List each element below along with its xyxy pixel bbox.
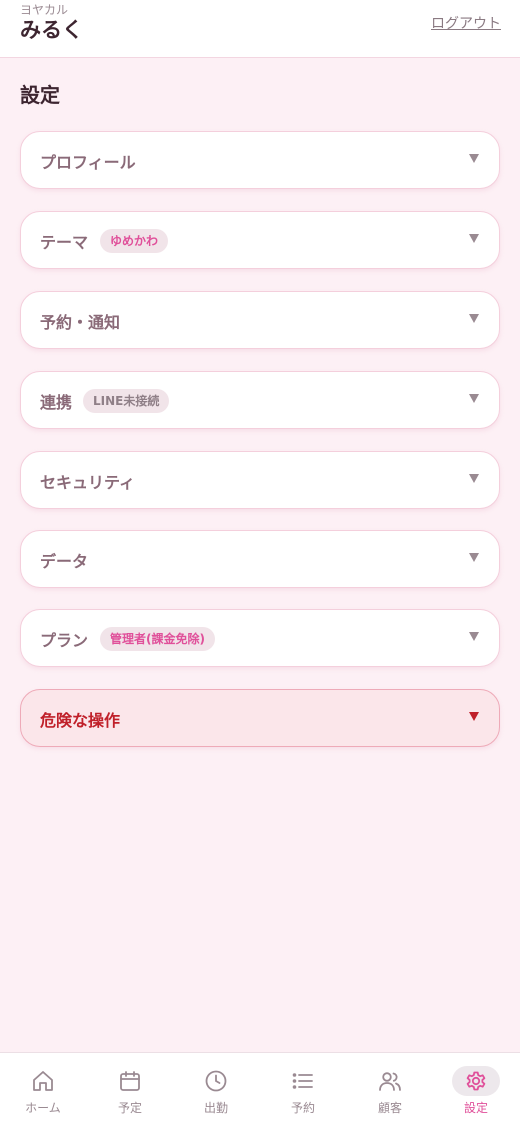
nav-attendance[interactable]: 出勤 <box>173 1053 259 1127</box>
page-title: 設定 <box>20 83 60 107</box>
chevron-down-icon <box>469 394 479 403</box>
theme-badge: ゆめかわ <box>100 229 169 253</box>
section-label: テーマ <box>40 233 89 252</box>
section-danger-zone[interactable]: 危険な操作 <box>20 689 500 747</box>
calendar-icon <box>106 1066 154 1096</box>
chevron-down-icon <box>469 712 479 721</box>
section-label: プロフィール <box>40 153 136 172</box>
section-label: 予約・通知 <box>40 313 121 332</box>
section-theme[interactable]: テーマ ゆめかわ <box>20 211 500 269</box>
section-reservation-notification[interactable]: 予約・通知 <box>20 291 500 349</box>
nav-label: 予約 <box>290 1101 315 1115</box>
chevron-down-icon <box>469 474 479 483</box>
line-status-badge: LINE未接続 <box>83 389 170 413</box>
chevron-down-icon <box>469 234 479 243</box>
chevron-down-icon <box>469 314 479 323</box>
clock-icon <box>192 1066 240 1096</box>
section-profile[interactable]: プロフィール <box>20 131 500 189</box>
section-label: プラン <box>40 631 89 650</box>
nav-label: 出勤 <box>203 1101 228 1115</box>
section-integration[interactable]: 連携 LINE未接続 <box>20 371 500 429</box>
section-label: 連携 <box>40 393 73 412</box>
chevron-down-icon <box>469 553 479 562</box>
section-label: セキュリティ <box>40 473 136 492</box>
nav-label: 予定 <box>117 1101 142 1115</box>
section-security[interactable]: セキュリティ <box>20 451 500 509</box>
section-label: 危険な操作 <box>40 711 121 730</box>
section-data[interactable]: データ <box>20 530 500 588</box>
nav-schedule[interactable]: 予定 <box>87 1053 173 1127</box>
logout-link[interactable]: ログアウト <box>431 13 501 33</box>
gear-icon <box>452 1066 500 1096</box>
user-name: みるく <box>20 18 83 42</box>
nav-label: 設定 <box>463 1101 488 1115</box>
chevron-down-icon <box>469 632 479 641</box>
users-icon <box>366 1066 414 1096</box>
nav-home[interactable]: ホーム <box>0 1053 86 1127</box>
nav-settings[interactable]: 設定 <box>433 1053 519 1127</box>
chevron-down-icon <box>469 154 479 163</box>
home-icon <box>19 1066 67 1096</box>
nav-customers[interactable]: 顧客 <box>347 1053 433 1127</box>
section-label: データ <box>40 552 89 571</box>
nav-label: 顧客 <box>377 1101 402 1115</box>
section-plan[interactable]: プラン 管理者(課金免除) <box>20 609 500 667</box>
nav-label: ホーム <box>25 1101 61 1115</box>
nav-reservations[interactable]: 予約 <box>260 1053 346 1127</box>
bottom-nav: ホーム 予定 出勤 予約 顧客 設定 <box>0 1052 520 1127</box>
plan-badge: 管理者(課金免除) <box>100 627 215 651</box>
app-header: ヨヤカル みるく ログアウト <box>0 0 520 58</box>
list-icon <box>279 1066 327 1096</box>
